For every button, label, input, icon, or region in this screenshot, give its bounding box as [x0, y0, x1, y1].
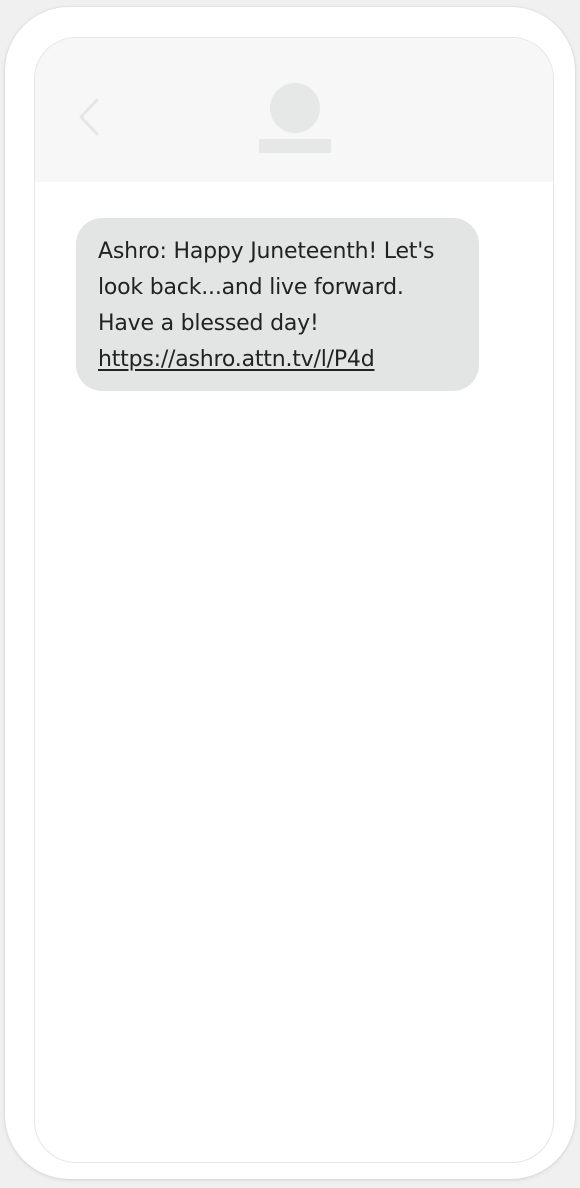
phone-frame: Ashro: Happy Juneteenth! Let's look back… [5, 7, 575, 1179]
message-link[interactable]: https://ashro.attn.tv/l/P4d [98, 347, 375, 372]
phone-screen: Ashro: Happy Juneteenth! Let's look back… [34, 37, 554, 1163]
message-bubble: Ashro: Happy Juneteenth! Let's look back… [76, 218, 479, 391]
chevron-left-icon [79, 98, 99, 136]
back-button[interactable] [71, 92, 107, 142]
message-text: Ashro: Happy Juneteenth! Let's look back… [98, 239, 435, 336]
conversation-header [35, 38, 553, 182]
contact-avatar[interactable] [270, 83, 320, 133]
contact-name-placeholder [259, 139, 331, 153]
